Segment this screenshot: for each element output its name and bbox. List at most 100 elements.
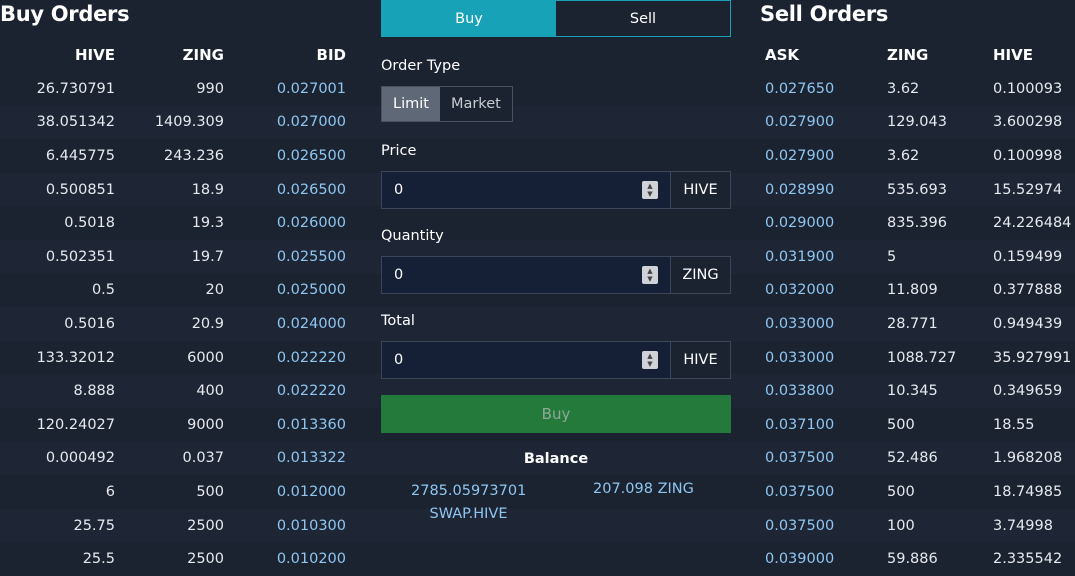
buy-order-cell: 38.051342 xyxy=(36,114,115,131)
balance-zing[interactable]: 207.098 ZING xyxy=(593,480,694,498)
sell-order-row[interactable]: 0.037500 100 3.74998 xyxy=(765,509,1075,543)
buy-order-cell[interactable]: 0.024000 xyxy=(224,307,346,341)
buy-order-cell[interactable]: 0.012000 xyxy=(224,475,346,509)
sell-order-row[interactable]: 0.029000 835.396 24.226484 xyxy=(765,206,1075,240)
buy-order-row[interactable]: 25.75 2500 0.010300 xyxy=(0,509,346,543)
quantity-stepper[interactable]: ▲ ▼ xyxy=(642,266,658,284)
sell-header-ask: ASK xyxy=(765,46,800,64)
sell-order-cell[interactable]: 0.037500 xyxy=(765,475,887,509)
buy-order-cell: 9000 xyxy=(187,416,224,433)
quantity-input[interactable]: 0 ▲ ▼ xyxy=(382,257,670,293)
buy-order-cell: 8.888 xyxy=(73,383,115,400)
sell-order-cell[interactable]: 0.027900 xyxy=(765,106,887,140)
sell-order-cell: 59.886 xyxy=(887,551,938,568)
buy-order-cell: 19.3 xyxy=(191,215,224,232)
buy-order-row[interactable]: 0.5 20 0.025000 xyxy=(0,274,346,308)
sell-order-cell[interactable]: 0.027900 xyxy=(765,139,887,173)
sell-order-row[interactable]: 0.037500 52.486 1.968208 xyxy=(765,442,1075,476)
buy-order-row[interactable]: 0.5018 19.3 0.026000 xyxy=(0,206,346,240)
buy-order-row[interactable]: 25.5 2500 0.010200 xyxy=(0,542,346,576)
sell-order-cell[interactable]: 0.033800 xyxy=(765,374,887,408)
sell-order-cell[interactable]: 0.033000 xyxy=(765,307,887,341)
sell-orders-title: Sell Orders xyxy=(760,2,889,26)
sell-order-cell: 100 xyxy=(887,517,915,534)
sell-order-row[interactable]: 0.033800 10.345 0.349659 xyxy=(765,374,1075,408)
buy-order-cell[interactable]: 0.013322 xyxy=(224,442,346,476)
sell-order-row[interactable]: 0.037500 500 18.74985 xyxy=(765,475,1075,509)
buy-tab[interactable]: Buy xyxy=(382,1,556,36)
sell-order-cell: 3.62 xyxy=(887,80,920,97)
buy-order-row[interactable]: 38.051342 1409.309 0.027000 xyxy=(0,106,346,140)
sell-order-cell[interactable]: 0.028990 xyxy=(765,173,887,207)
sell-order-row[interactable]: 0.027650 3.62 0.100093 xyxy=(765,72,1075,106)
buy-order-row[interactable]: 6 500 0.012000 xyxy=(0,475,346,509)
buy-order-cell: 6 xyxy=(105,483,115,500)
sell-order-cell[interactable]: 0.039000 xyxy=(765,542,887,576)
quantity-input-group: 0 ▲ ▼ ZING xyxy=(381,256,731,294)
buy-order-cell: 0.037 xyxy=(182,450,224,467)
sell-order-cell: 28.771 xyxy=(887,315,938,332)
buy-order-cell: 0.5016 xyxy=(64,315,115,332)
sell-order-cell[interactable]: 0.031900 xyxy=(765,240,887,274)
sell-order-cell[interactable]: 0.037500 xyxy=(765,509,887,543)
submit-buy-button[interactable]: Buy xyxy=(381,395,731,433)
buy-order-cell[interactable]: 0.013360 xyxy=(224,408,346,442)
sell-order-cell[interactable]: 0.037500 xyxy=(765,442,887,476)
buy-order-row[interactable]: 8.888 400 0.022220 xyxy=(0,374,346,408)
buy-order-row[interactable]: 6.445775 243.236 0.026500 xyxy=(0,139,346,173)
buy-order-cell[interactable]: 0.026500 xyxy=(224,173,346,207)
balance-hive[interactable]: 2785.05973701 SWAP.HIVE xyxy=(411,480,526,526)
sell-order-cell: 1.968208 xyxy=(993,450,1063,467)
sell-order-cell[interactable]: 0.033000 xyxy=(765,341,887,375)
sell-order-row[interactable]: 0.027900 129.043 3.600298 xyxy=(765,106,1075,140)
buy-order-cell[interactable]: 0.026000 xyxy=(224,206,346,240)
sell-order-row[interactable]: 0.032000 11.809 0.377888 xyxy=(765,274,1075,308)
buy-order-cell: 133.32012 xyxy=(36,349,115,366)
buy-order-cell: 19.7 xyxy=(191,248,224,265)
buy-order-row[interactable]: 0.502351 19.7 0.025500 xyxy=(0,240,346,274)
buy-orders-title: Buy Orders xyxy=(0,2,130,26)
sell-order-cell[interactable]: 0.027650 xyxy=(765,72,887,106)
buy-order-cell[interactable]: 0.022220 xyxy=(224,374,346,408)
sell-order-cell: 5 xyxy=(887,248,897,265)
buy-order-cell[interactable]: 0.010200 xyxy=(224,542,346,576)
sell-order-row[interactable]: 0.037100 500 18.55 xyxy=(765,408,1075,442)
sell-order-row[interactable]: 0.033000 1088.727 35.927991 xyxy=(765,341,1075,375)
price-stepper[interactable]: ▲ ▼ xyxy=(642,181,658,199)
limit-button[interactable]: Limit xyxy=(382,87,440,121)
buy-order-cell: 1409.309 xyxy=(154,114,224,131)
buy-order-cell: 26.730791 xyxy=(36,80,115,97)
sell-order-row[interactable]: 0.027900 3.62 0.100998 xyxy=(765,139,1075,173)
sell-order-row[interactable]: 0.039000 59.886 2.335542 xyxy=(765,542,1075,576)
buy-order-cell[interactable]: 0.027000 xyxy=(224,106,346,140)
sell-order-cell: 0.100998 xyxy=(993,147,1063,164)
buy-order-row[interactable]: 0.5016 20.9 0.024000 xyxy=(0,307,346,341)
buy-order-row[interactable]: 26.730791 990 0.027001 xyxy=(0,72,346,106)
buy-order-row[interactable]: 133.32012 6000 0.022220 xyxy=(0,341,346,375)
market-button[interactable]: Market xyxy=(439,87,512,121)
buy-order-cell[interactable]: 0.027001 xyxy=(224,72,346,106)
sell-order-row[interactable]: 0.028990 535.693 15.52974 xyxy=(765,173,1075,207)
sell-order-row[interactable]: 0.031900 5 0.159499 xyxy=(765,240,1075,274)
buy-order-cell: 0.5018 xyxy=(64,215,115,232)
buy-order-cell[interactable]: 0.025000 xyxy=(224,274,346,308)
buy-order-cell[interactable]: 0.022220 xyxy=(224,341,346,375)
sell-order-cell: 11.809 xyxy=(887,282,938,299)
buy-order-cell: 20.9 xyxy=(191,315,224,332)
price-input[interactable]: 0 ▲ ▼ xyxy=(382,172,670,208)
sell-tab[interactable]: Sell xyxy=(556,1,730,36)
buy-order-cell[interactable]: 0.026500 xyxy=(224,139,346,173)
sell-order-cell[interactable]: 0.032000 xyxy=(765,274,887,308)
buy-order-row[interactable]: 0.000492 0.037 0.013322 xyxy=(0,442,346,476)
sell-order-row[interactable]: 0.033000 28.771 0.949439 xyxy=(765,307,1075,341)
total-stepper[interactable]: ▲ ▼ xyxy=(642,351,658,369)
sell-order-cell: 2.335542 xyxy=(993,551,1063,568)
buy-order-cell[interactable]: 0.010300 xyxy=(224,509,346,543)
buy-order-row[interactable]: 120.24027 9000 0.013360 xyxy=(0,408,346,442)
buy-order-cell[interactable]: 0.025500 xyxy=(224,240,346,274)
buy-order-row[interactable]: 0.500851 18.9 0.026500 xyxy=(0,173,346,207)
buy-order-cell: 20 xyxy=(205,282,224,299)
total-input[interactable]: 0 ▲ ▼ xyxy=(382,342,670,378)
sell-order-cell[interactable]: 0.029000 xyxy=(765,206,887,240)
sell-order-cell[interactable]: 0.037100 xyxy=(765,408,887,442)
